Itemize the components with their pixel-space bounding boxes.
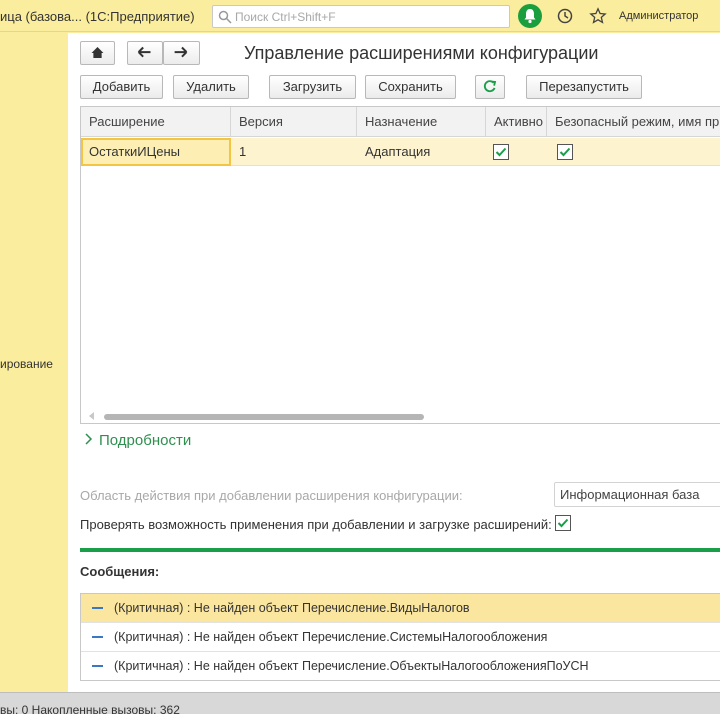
column-header-safe-mode[interactable]: Безопасный режим, имя пр bbox=[547, 107, 720, 137]
section-item-label[interactable]: ирование bbox=[0, 357, 53, 371]
main-form: Управление расширениями конфигурации Доб… bbox=[68, 33, 720, 692]
column-header-active[interactable]: Активно bbox=[486, 107, 547, 137]
delete-button[interactable]: Удалить bbox=[173, 75, 249, 99]
history-icon[interactable] bbox=[556, 7, 574, 25]
cell-version[interactable]: 1 bbox=[231, 138, 357, 166]
message-dash-icon bbox=[92, 636, 103, 638]
messages-divider bbox=[80, 548, 720, 552]
arrow-left-icon bbox=[137, 46, 151, 58]
table-row[interactable]: ОстаткиИЦены 1 Адаптация bbox=[81, 138, 720, 166]
refresh-icon bbox=[483, 80, 497, 93]
verify-label: Проверять возможность применения при доб… bbox=[80, 517, 552, 532]
scope-field[interactable]: Информационная база bbox=[554, 482, 720, 507]
column-header-extension[interactable]: Расширение bbox=[81, 107, 231, 137]
messages-list[interactable]: (Критичная) : Не найден объект Перечисле… bbox=[80, 593, 720, 681]
horizontal-scrollbar[interactable] bbox=[81, 409, 720, 423]
cell-purpose[interactable]: Адаптация bbox=[357, 138, 486, 166]
safe-mode-checkbox[interactable] bbox=[557, 144, 573, 160]
details-group-toggle[interactable]: Подробности bbox=[84, 432, 191, 449]
active-checkbox[interactable] bbox=[493, 144, 509, 160]
add-button[interactable]: Добавить bbox=[80, 75, 163, 99]
message-text: (Критичная) : Не найден объект Перечисле… bbox=[114, 659, 589, 673]
scrollbar-thumb[interactable] bbox=[104, 414, 424, 420]
status-bar: вы: 0 Накопленные вызовы: 362 bbox=[0, 692, 720, 714]
bell-icon bbox=[524, 9, 536, 24]
scroll-left-icon[interactable] bbox=[89, 412, 94, 420]
restart-button[interactable]: Перезапустить bbox=[526, 75, 642, 99]
global-search[interactable] bbox=[212, 5, 510, 28]
message-text: (Критичная) : Не найден объект Перечисле… bbox=[114, 630, 548, 644]
extensions-table[interactable]: Расширение Версия Назначение Активно Без… bbox=[80, 106, 720, 424]
column-header-version[interactable]: Версия bbox=[231, 107, 357, 137]
message-item[interactable]: (Критичная) : Не найден объект Перечисле… bbox=[81, 594, 720, 623]
message-item[interactable]: (Критичная) : Не найден объект Перечисле… bbox=[81, 652, 720, 681]
sections-panel: ирование bbox=[0, 33, 68, 692]
message-dash-icon bbox=[92, 665, 103, 667]
cell-extension[interactable]: ОстаткиИЦены bbox=[81, 138, 231, 166]
details-label: Подробности bbox=[99, 432, 192, 449]
app-title: ица (базова... (1С:Предприятие) bbox=[0, 9, 195, 24]
arrow-right-icon bbox=[174, 46, 188, 58]
home-button[interactable] bbox=[80, 41, 115, 65]
table-header: Расширение Версия Назначение Активно Без… bbox=[81, 107, 720, 137]
message-text: (Критичная) : Не найден объект Перечисле… bbox=[114, 601, 470, 615]
search-input[interactable] bbox=[235, 8, 505, 25]
back-button[interactable] bbox=[127, 41, 163, 65]
verify-checkbox[interactable] bbox=[555, 515, 571, 531]
messages-title: Сообщения: bbox=[80, 564, 160, 579]
status-text: вы: 0 Накопленные вызовы: 362 bbox=[0, 703, 180, 714]
message-item[interactable]: (Критичная) : Не найден объект Перечисле… bbox=[81, 623, 720, 652]
page-title: Управление расширениями конфигурации bbox=[244, 43, 599, 63]
search-icon bbox=[218, 10, 232, 24]
title-bar: ица (базова... (1С:Предприятие) Админист… bbox=[0, 0, 720, 32]
chevron-right-icon bbox=[85, 433, 93, 445]
user-name[interactable]: Администратор bbox=[619, 10, 698, 22]
message-dash-icon bbox=[92, 607, 103, 609]
scope-label: Область действия при добавлении расширен… bbox=[80, 488, 463, 503]
star-icon[interactable] bbox=[589, 7, 607, 25]
save-button[interactable]: Сохранить bbox=[365, 75, 456, 99]
refresh-button[interactable] bbox=[475, 75, 505, 99]
forward-button[interactable] bbox=[163, 41, 200, 65]
home-icon bbox=[91, 47, 104, 59]
notifications-button[interactable] bbox=[518, 4, 542, 28]
load-button[interactable]: Загрузить bbox=[269, 75, 356, 99]
column-header-purpose[interactable]: Назначение bbox=[357, 107, 486, 137]
